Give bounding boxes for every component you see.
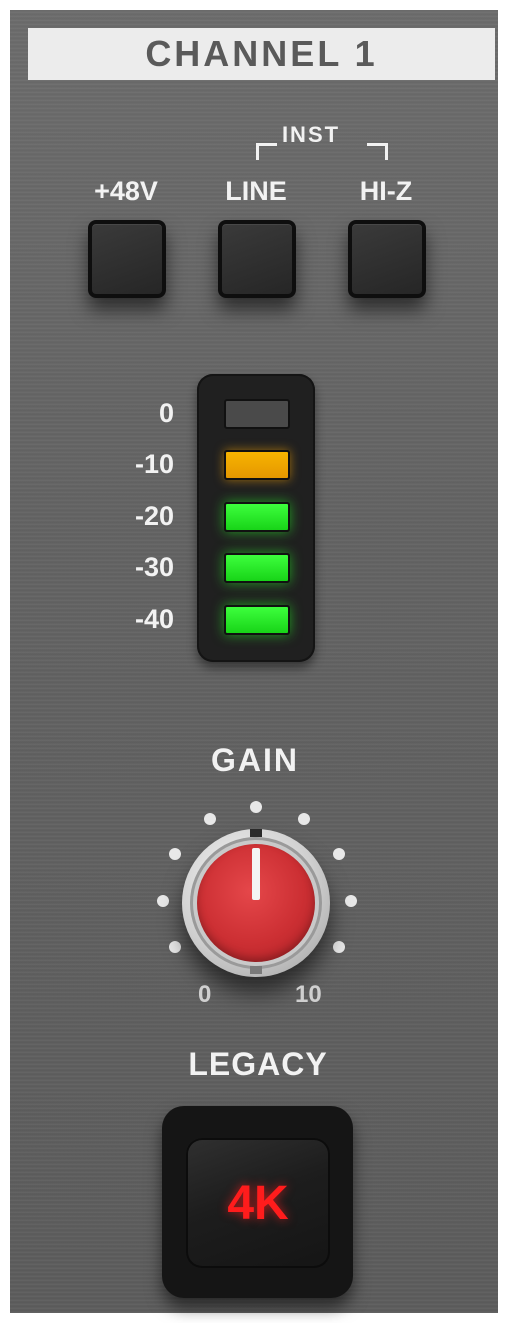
meter-label-minus10: -10 [134, 449, 174, 479]
gain-scale-dot [204, 813, 216, 825]
meter-led-minus40 [224, 605, 290, 635]
gain-scale-dot [298, 813, 310, 825]
gain-knob-top-notch [250, 829, 262, 837]
gain-knob-pointer [252, 848, 260, 900]
channel-title: CHANNEL 1 [28, 28, 495, 80]
phantom-power-label: +48V [94, 176, 158, 206]
meter-label-0: 0 [158, 398, 174, 428]
inst-bracket-left [256, 143, 277, 160]
legacy-label: LEGACY [188, 1046, 328, 1082]
phantom-power-button[interactable] [88, 220, 166, 298]
meter-label-minus40: -40 [134, 604, 174, 634]
meter-label-minus30: -30 [134, 552, 174, 582]
gain-scale-dot [169, 941, 181, 953]
meter-label-minus20: -20 [134, 501, 174, 531]
inst-bracket-right [367, 143, 388, 160]
line-button[interactable] [218, 220, 296, 298]
gain-scale-max: 10 [295, 981, 322, 1008]
hiz-label: HI-Z [359, 176, 413, 206]
meter-led-minus30 [224, 553, 290, 583]
meter-led-minus20 [224, 502, 290, 532]
line-label: LINE [225, 176, 287, 206]
gain-knob-bottom-notch [250, 966, 262, 974]
legacy-4k-button-face[interactable]: 4K [186, 1138, 330, 1268]
gain-label: GAIN [211, 742, 299, 778]
gain-scale-dot [169, 848, 181, 860]
meter-led-minus10 [224, 450, 290, 480]
gain-scale-dot [250, 801, 262, 813]
gain-scale-dot [333, 848, 345, 860]
gain-scale-dot [333, 941, 345, 953]
hiz-button[interactable] [348, 220, 426, 298]
gain-scale-min: 0 [198, 981, 212, 1008]
gain-scale-dot [345, 895, 357, 907]
meter-led-0db [224, 399, 290, 429]
legacy-4k-text: 4K [227, 1176, 289, 1230]
gain-scale-dot [157, 895, 169, 907]
